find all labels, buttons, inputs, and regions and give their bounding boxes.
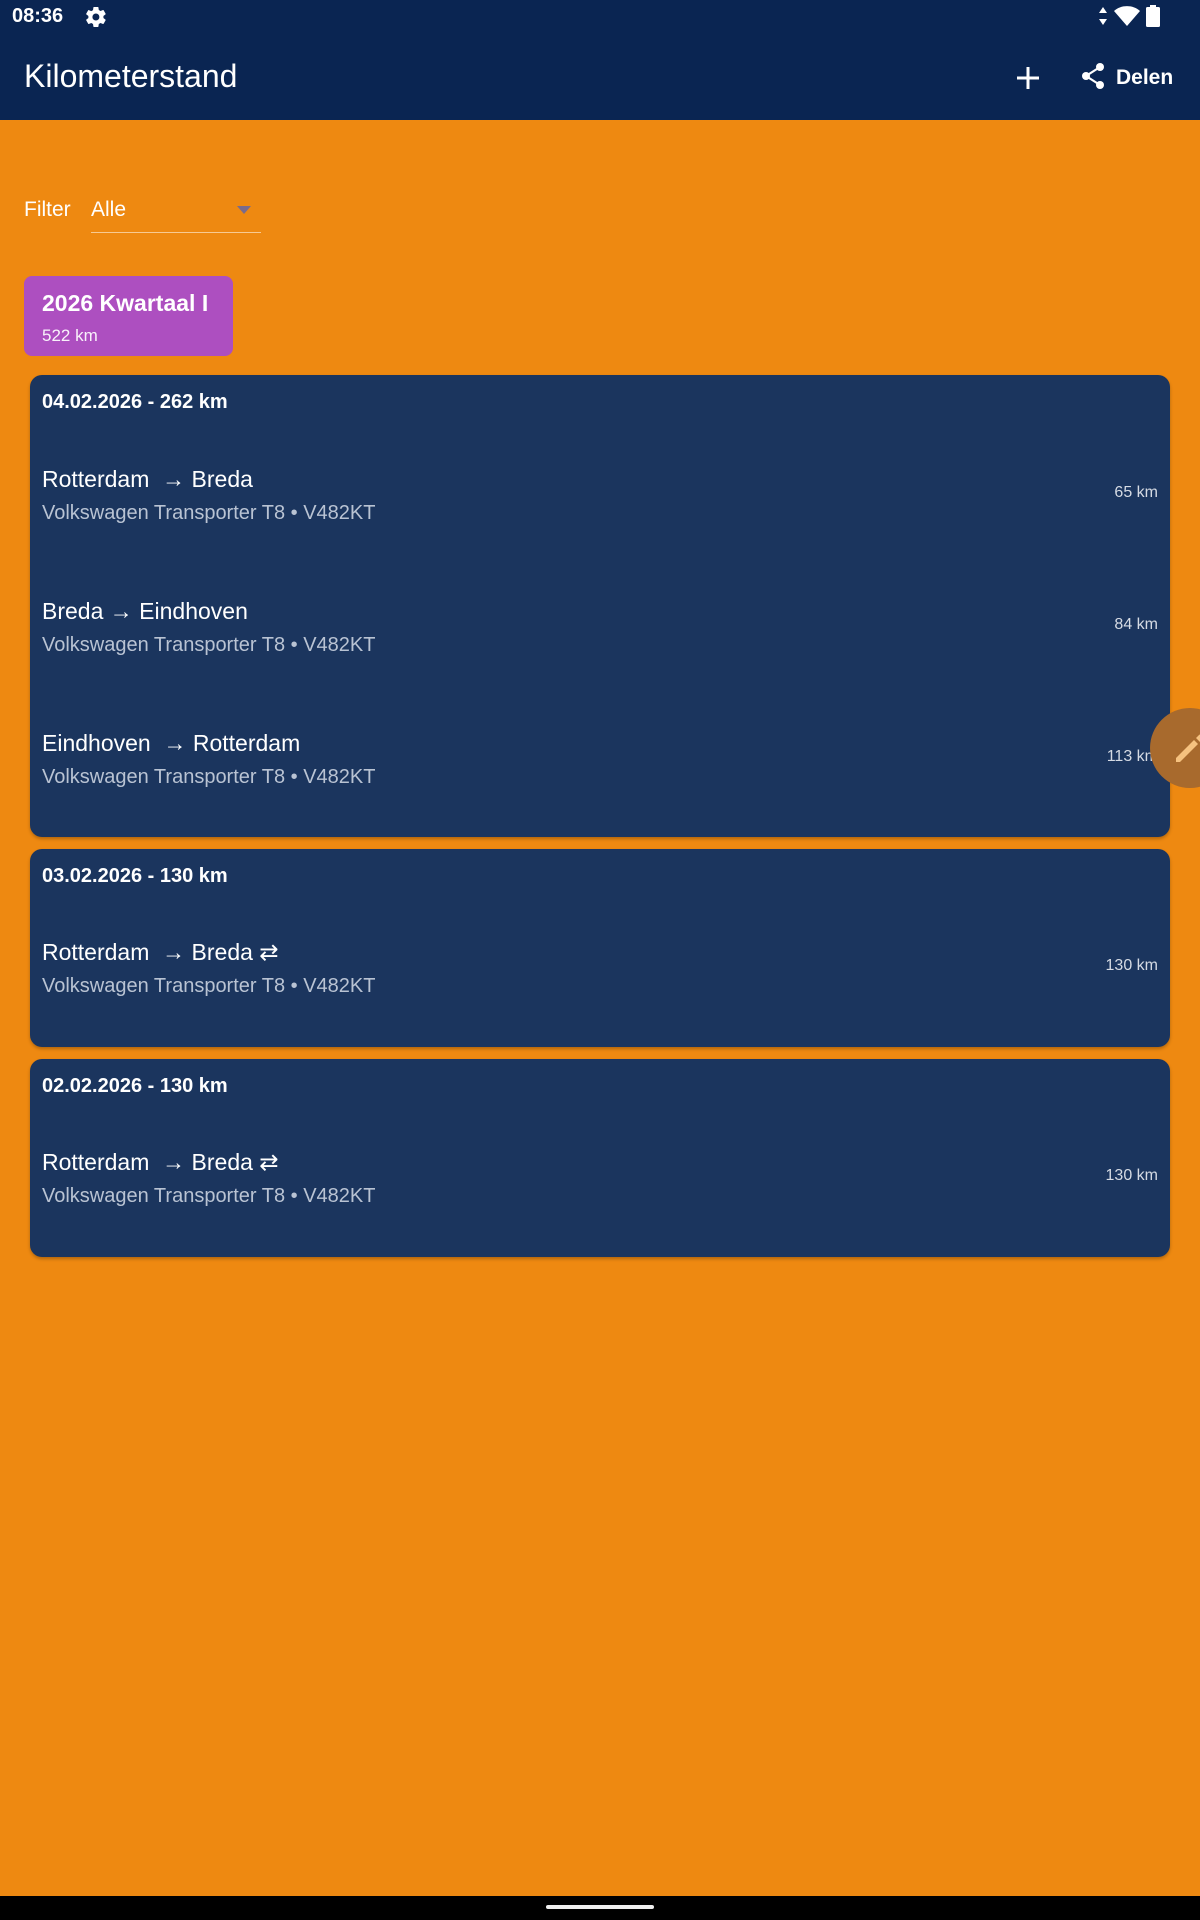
- trip-vehicle: Volkswagen Transporter T8 • V482KT: [42, 502, 376, 524]
- trip-vehicle: Volkswagen Transporter T8 • V482KT: [42, 634, 376, 656]
- trip-vehicle: Volkswagen Transporter T8 • V482KT: [42, 766, 376, 788]
- quarter-chip[interactable]: 2026 Kwartaal I 522 km: [24, 276, 233, 356]
- signal-icon: [1098, 6, 1108, 31]
- battery-icon: [1146, 5, 1160, 32]
- trip-route: Eindhoven → Rotterdam: [42, 730, 301, 756]
- day-header: 02.02.2026 - 130 km: [42, 1075, 228, 1097]
- trip-route: Breda → Eindhoven: [42, 598, 248, 624]
- status-bar: 08:36: [0, 0, 1200, 34]
- share-button[interactable]: Delen: [1080, 58, 1173, 98]
- trip-row[interactable]: Rotterdam → Breda ⇄ Volkswagen Transport…: [30, 929, 1170, 1039]
- trip-vehicle: Volkswagen Transporter T8 • V482KT: [42, 1185, 376, 1207]
- trip-row[interactable]: Breda → Eindhoven Volkswagen Transporter…: [30, 588, 1170, 698]
- wifi-icon: [1114, 6, 1140, 31]
- add-button[interactable]: [1008, 58, 1048, 98]
- plus-icon: [1008, 67, 1048, 102]
- filter-label: Filter: [24, 198, 71, 221]
- filter-value: Alle: [91, 198, 127, 221]
- day-header: 03.02.2026 - 130 km: [42, 865, 228, 887]
- day-card: 04.02.2026 - 262 km Rotterdam → Breda Vo…: [30, 375, 1170, 837]
- day-card: 02.02.2026 - 130 km Rotterdam → Breda ⇄ …: [30, 1059, 1170, 1257]
- trip-distance: 130 km: [1105, 957, 1158, 974]
- status-time: 08:36: [12, 5, 64, 27]
- app-bar: Kilometerstand Delen: [0, 34, 1200, 120]
- navigation-bar: [0, 1896, 1200, 1920]
- quarter-total: 522 km: [42, 326, 98, 345]
- day-header: 04.02.2026 - 262 km: [42, 391, 228, 413]
- trip-row[interactable]: Rotterdam → Breda Volkswagen Transporter…: [30, 456, 1170, 566]
- share-label: Delen: [1116, 66, 1174, 89]
- filter-dropdown[interactable]: Alle: [91, 190, 261, 233]
- trip-distance: 84 km: [1114, 616, 1158, 633]
- trip-route: Rotterdam → Breda ⇄: [42, 939, 279, 965]
- gear-icon: [84, 5, 108, 29]
- home-indicator[interactable]: [546, 1905, 654, 1909]
- trip-distance: 65 km: [1114, 484, 1158, 501]
- trip-row[interactable]: Eindhoven → Rotterdam Volkswagen Transpo…: [30, 720, 1170, 830]
- status-icons: [1098, 5, 1160, 32]
- trip-route: Rotterdam → Breda ⇄: [42, 1149, 279, 1175]
- share-icon: [1080, 62, 1106, 95]
- day-card: 03.02.2026 - 130 km Rotterdam → Breda ⇄ …: [30, 849, 1170, 1047]
- quarter-title: 2026 Kwartaal I: [42, 290, 209, 316]
- trip-distance: 130 km: [1105, 1167, 1158, 1184]
- trip-vehicle: Volkswagen Transporter T8 • V482KT: [42, 975, 376, 997]
- page-title: Kilometerstand: [24, 58, 238, 94]
- chevron-down-icon: [237, 206, 251, 214]
- trip-row[interactable]: Rotterdam → Breda ⇄ Volkswagen Transport…: [30, 1139, 1170, 1249]
- trip-route: Rotterdam → Breda: [42, 466, 253, 492]
